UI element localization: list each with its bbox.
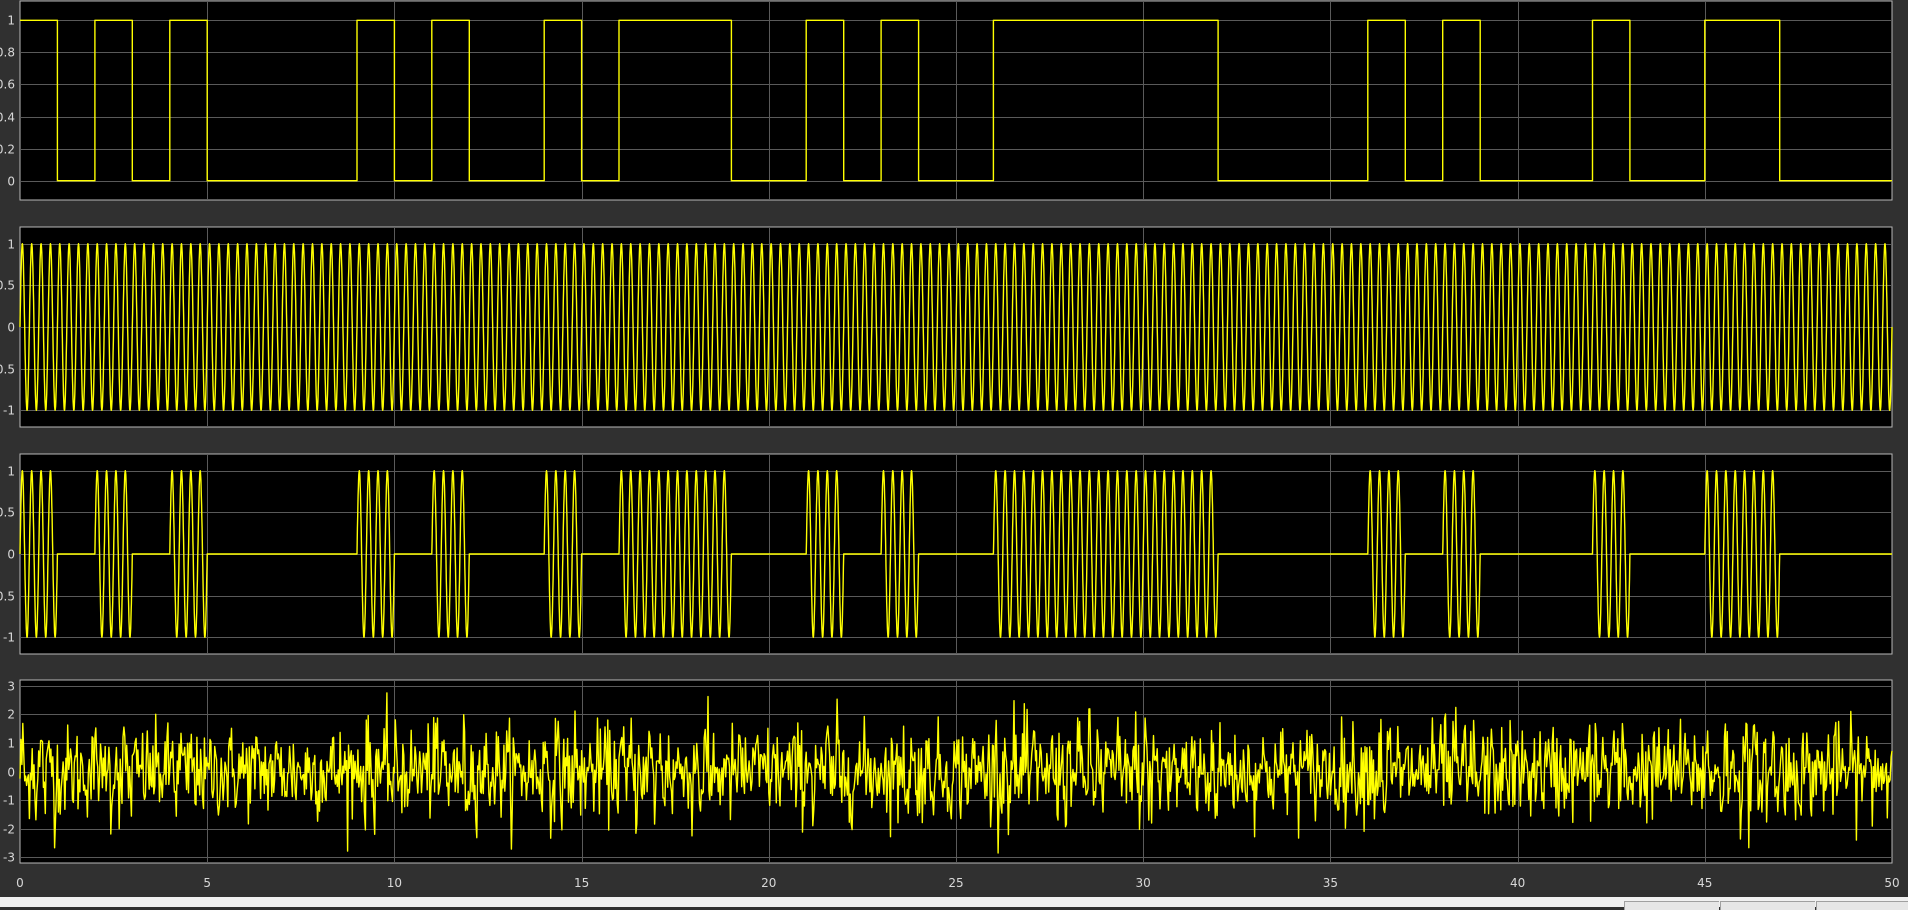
y-tick-label: 0 xyxy=(7,321,15,335)
scope-window: 0 0.2 0.4 0.6 0.8 1 -1 -0.5 0 0.5 1 -1 -0.5 0 0.5 1 -3 -2… xyxy=(0,0,1908,907)
y-tick-label: 0.2 xyxy=(0,143,15,157)
y-tick-label: -3 xyxy=(3,851,15,865)
y-tick-label: 0 xyxy=(7,548,15,562)
x-tick-label: 5 xyxy=(203,876,211,890)
y-tick-label: 1 xyxy=(7,465,15,479)
x-tick-label: 15 xyxy=(574,876,589,890)
y-tick-label: -1 xyxy=(3,794,15,808)
y-tick-label: -2 xyxy=(3,823,15,837)
scope-axes-2[interactable]: -1 -0.5 0 0.5 1 xyxy=(0,226,1893,428)
y-tick-label: 0 xyxy=(7,175,15,189)
scope-plots: 0 0.2 0.4 0.6 0.8 1 -1 -0.5 0 0.5 1 -1 -0.5 0 0.5 1 -3 -2… xyxy=(0,0,1900,891)
y-tick-label: -0.5 xyxy=(0,363,15,377)
x-tick-label: 20 xyxy=(761,876,776,890)
y-tick-label: -0.5 xyxy=(0,590,15,604)
scope-axes-3[interactable]: -1 -0.5 0 0.5 1 xyxy=(0,453,1893,655)
y-tick-label: 0.4 xyxy=(0,111,15,125)
status-bar xyxy=(0,897,1908,910)
scope-axes-4[interactable]: -3-2-101230 5 10 15 20 25 30 35 40 45 50 xyxy=(3,679,1900,891)
y-tick-label: 1 xyxy=(7,737,15,751)
y-tick-label: 1 xyxy=(7,14,15,28)
x-tick-label: 40 xyxy=(1510,876,1525,890)
y-tick-label: 1 xyxy=(7,238,15,252)
scope-axes-1[interactable]: 0 0.2 0.4 0.6 0.8 1 xyxy=(0,0,1893,201)
status-cell xyxy=(1624,901,1719,910)
y-tick-label: 0.6 xyxy=(0,78,15,92)
y-tick-label: -1 xyxy=(3,404,15,418)
y-tick-label: 3 xyxy=(7,680,15,694)
status-cell xyxy=(1720,901,1815,910)
x-tick-label: 0 xyxy=(16,876,24,890)
x-tick-label: 30 xyxy=(1136,876,1151,890)
y-tick-label: -1 xyxy=(3,631,15,645)
status-cell xyxy=(1816,901,1908,910)
x-tick-label: 25 xyxy=(948,876,963,890)
y-tick-label: 0.5 xyxy=(0,279,15,293)
y-tick-label: 0 xyxy=(7,766,15,780)
y-tick-label: 0.8 xyxy=(0,46,15,60)
y-tick-label: 0.5 xyxy=(0,506,15,520)
x-tick-label: 35 xyxy=(1323,876,1338,890)
x-tick-label: 45 xyxy=(1697,876,1712,890)
y-tick-label: 2 xyxy=(7,708,15,722)
x-tick-label: 50 xyxy=(1884,876,1899,890)
x-tick-label: 10 xyxy=(387,876,402,890)
